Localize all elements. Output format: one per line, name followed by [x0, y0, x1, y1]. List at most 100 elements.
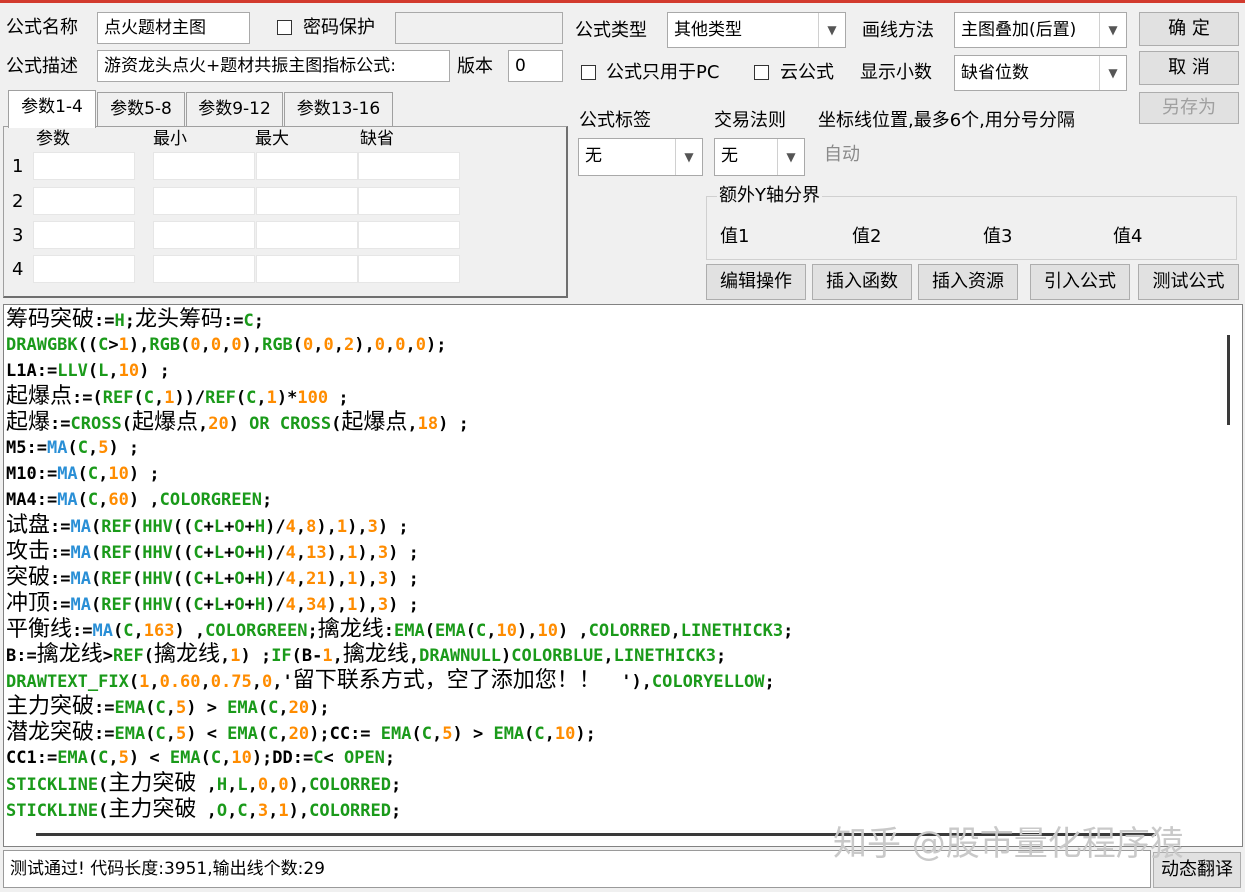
formula-tag-select[interactable]: 无 ▼	[578, 138, 703, 176]
param-3-max[interactable]	[256, 221, 358, 249]
code-line[interactable]: 筹码突破:=H;龙头筹码:=C;	[6, 307, 1218, 333]
y-value-2[interactable]: 值2	[852, 225, 881, 249]
version-input[interactable]: 0	[508, 50, 563, 82]
code-token: +	[203, 517, 214, 538]
code-line[interactable]: M5:=MA(C,5) ;	[6, 436, 1218, 462]
code-token: REF	[112, 646, 144, 667]
code-token: ((	[77, 334, 99, 355]
code-token: C	[193, 568, 204, 589]
draw-method-select[interactable]: 主图叠加(后置) ▼	[954, 12, 1127, 48]
code-token: 0	[210, 334, 222, 355]
code-token: (	[524, 723, 535, 744]
code-line[interactable]: L1A:=LLV(L,10) ;	[6, 359, 1218, 385]
code-line[interactable]: 突破:=MA(REF(HHV((C+L+O+H)/4,21),1),3) ;	[6, 565, 1218, 591]
code-token: COLORRED	[309, 775, 391, 796]
chevron-down-icon: ▼	[1099, 56, 1126, 90]
code-text[interactable]: 筹码突破:=H;龙头筹码:=C; DRAWGBK((C>1),RGB(0,0,0)…	[6, 307, 1218, 827]
formula-desc-input[interactable]: 游资龙头点火+题材共振主图指标公式:	[97, 50, 450, 82]
coord-line-input[interactable]: 自动	[824, 143, 860, 167]
code-line[interactable]: M10:=MA(C,10) ;	[6, 462, 1218, 488]
code-line[interactable]: STICKLINE(主力突破 ,H,L,0,0),COLORRED;	[6, 771, 1218, 797]
insert-function-button[interactable]: 插入函数	[812, 264, 912, 300]
cloud-formula-checkbox[interactable]	[754, 65, 769, 80]
param-2-max[interactable]	[256, 187, 358, 215]
param-1-name[interactable]	[33, 152, 135, 180]
code-token: LINETHICK3	[680, 620, 784, 641]
code-token: (	[77, 463, 88, 484]
param-1-max[interactable]	[256, 152, 358, 180]
code-line[interactable]: MA4:=MA(C,60) ,COLORGREEN;	[6, 488, 1218, 514]
code-line[interactable]: DRAWGBK((C>1),RGB(0,0,0),RGB(0,0,2),0,0,…	[6, 333, 1218, 359]
y-value-4[interactable]: 值4	[1113, 225, 1142, 249]
formula-type-select[interactable]: 其他类型 ▼	[667, 12, 846, 48]
insert-resource-button[interactable]: 插入资源	[918, 264, 1018, 300]
code-line[interactable]: 试盘:=MA(REF(HHV((C+L+O+H)/4,8),1),3) ;	[6, 513, 1218, 539]
import-formula-button[interactable]: 引入公式	[1030, 264, 1130, 300]
code-token: ) <	[128, 747, 170, 768]
code-token: +	[224, 517, 235, 538]
vertical-scrollbar[interactable]	[1218, 307, 1240, 827]
code-token: ,	[295, 543, 307, 564]
code-token: C	[193, 517, 204, 538]
param-3-min[interactable]	[153, 221, 255, 249]
code-line[interactable]: DRAWTEXT_FIX(1,0.60,0.75,0,'留下联系方式，空了添加您…	[6, 668, 1218, 694]
code-token: >	[108, 334, 119, 355]
pc-only-checkbox[interactable]	[581, 65, 596, 80]
code-token: ) ;	[240, 646, 272, 667]
code-line[interactable]: 起爆:=CROSS(起爆点,20) OR CROSS(起爆点,18) ;	[6, 410, 1218, 436]
code-token: ),	[326, 594, 348, 615]
y-value-3[interactable]: 值3	[983, 225, 1012, 249]
code-line[interactable]: B:=擒龙线>REF(擒龙线,1) ;IF(B-1,擒龙线,DRAWNULL)C…	[6, 642, 1218, 668]
code-token: )/	[265, 568, 286, 589]
param-4-name[interactable]	[33, 255, 135, 283]
version-label: 版本	[457, 56, 493, 77]
code-token: ),	[347, 517, 368, 538]
code-line[interactable]: 主力突破:=EMA(C,5) > EMA(C,20);	[6, 694, 1218, 720]
code-line[interactable]: 冲顶:=MA(REF(HHV((C+L+O+H)/4,34),1),3) ;	[6, 591, 1218, 617]
param-2-default[interactable]	[358, 187, 460, 215]
code-line[interactable]: 起爆点:=(REF(C,1))/REF(C,1)*100 ;	[6, 384, 1218, 410]
test-formula-button[interactable]: 测试公式	[1138, 264, 1239, 300]
code-token: (	[235, 388, 247, 409]
code-line[interactable]: 攻击:=MA(REF(HHV((C+L+O+H)/4,13),1),3) ;	[6, 539, 1218, 565]
param-3-name[interactable]	[33, 221, 135, 249]
cancel-button[interactable]: 取 消	[1139, 51, 1239, 85]
formula-name-input[interactable]: 点火题材主图	[97, 12, 250, 44]
param-1-default[interactable]	[358, 152, 460, 180]
param-3-default[interactable]	[358, 221, 460, 249]
tab-params-1-4[interactable]: 参数1-4	[8, 90, 96, 128]
code-token: )	[501, 646, 512, 667]
tab-params-9-12[interactable]: 参数9-12	[186, 92, 283, 126]
code-token: DRAWGBK	[6, 334, 78, 355]
code-token: ) ,	[557, 620, 589, 641]
param-2-name[interactable]	[33, 187, 135, 215]
param-4-default[interactable]	[358, 255, 460, 283]
tab-params-5-8[interactable]: 参数5-8	[97, 92, 185, 126]
decimal-select[interactable]: 缺省位数 ▼	[954, 55, 1127, 91]
code-line[interactable]: 潜龙突破:=EMA(C,5) < EMA(C,20);CC:= EMA(C,5)…	[6, 720, 1218, 746]
code-token: ,	[149, 672, 160, 693]
code-token: EMA	[380, 723, 412, 744]
vertical-scrollbar-thumb[interactable]	[1227, 335, 1230, 425]
code-token: 试盘	[6, 513, 51, 539]
trade-rule-select[interactable]: 无 ▼	[714, 138, 805, 176]
param-4-max[interactable]	[256, 255, 358, 283]
password-input[interactable]	[395, 12, 563, 44]
code-editor[interactable]: 筹码突破:=H;龙头筹码:=C; DRAWGBK((C>1),RGB(0,0,0)…	[3, 304, 1243, 847]
code-token: 20	[288, 697, 310, 718]
code-token: C	[98, 334, 109, 355]
param-2-min[interactable]	[153, 187, 255, 215]
code-line[interactable]: CC1:=EMA(C,5) < EMA(C,10);DD:=C< OPEN;	[6, 746, 1218, 772]
password-checkbox[interactable]	[277, 20, 292, 35]
tab-params-13-16[interactable]: 参数13-16	[284, 92, 393, 126]
param-1-min[interactable]	[153, 152, 255, 180]
param-4-min[interactable]	[153, 255, 255, 283]
ok-button[interactable]: 确 定	[1139, 12, 1239, 46]
y-value-1[interactable]: 值1	[720, 225, 749, 249]
save-as-button[interactable]: 另存为	[1139, 92, 1239, 124]
code-token: ;	[716, 646, 727, 667]
code-token: 0	[257, 775, 269, 796]
code-line[interactable]: 平衡线:=MA(C,163) ,COLORGREEN;擒龙线:EMA(EMA(C…	[6, 617, 1218, 643]
code-token: O	[234, 568, 245, 589]
edit-operations-button[interactable]: 编辑操作	[706, 264, 806, 300]
